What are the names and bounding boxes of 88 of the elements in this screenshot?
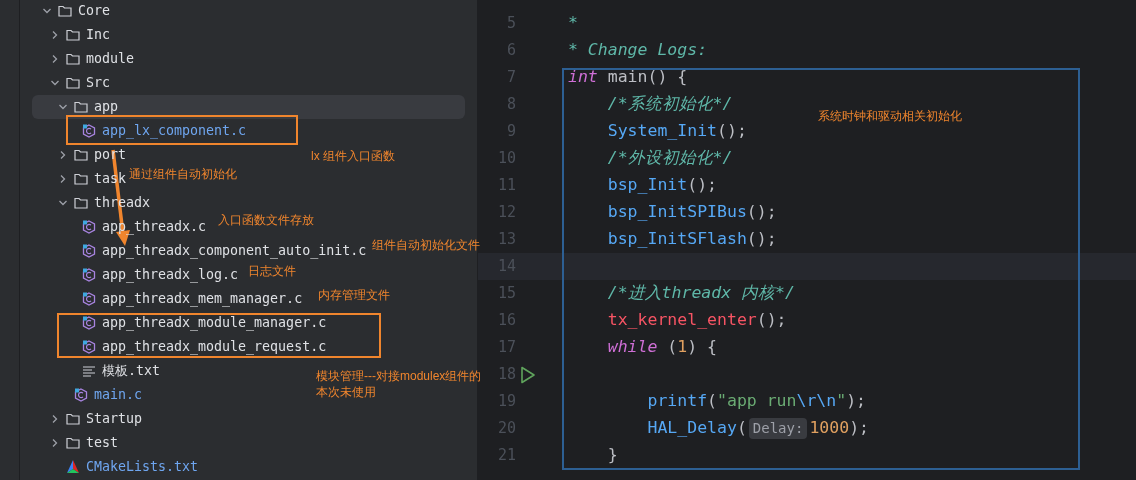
folder-icon — [58, 5, 72, 17]
text-file-icon — [82, 365, 96, 377]
code-line: HAL_Delay( Delay: 1000); — [646, 417, 870, 441]
file-row[interactable]: app_threadx_module_manager.c — [20, 311, 327, 335]
file-row[interactable]: app_lx_component.c — [20, 119, 247, 143]
tree-label: module — [86, 51, 135, 67]
annotation-note: lx 组件入口函数 — [311, 149, 395, 163]
tree-label: CMakeLists.txt — [86, 459, 199, 475]
c-file-icon — [74, 388, 88, 402]
code-line: while (1) { — [606, 336, 718, 359]
chevron-down-icon[interactable] — [42, 6, 52, 16]
annotation-note: 入口函数文件存放 — [218, 213, 314, 227]
chevron-right-icon[interactable] — [50, 54, 60, 64]
folder-icon — [74, 197, 88, 209]
tree-label: app_threadx_component_auto_init.c — [102, 243, 367, 259]
folder-icon — [66, 437, 80, 449]
code-line: int main() { — [568, 66, 688, 89]
code-line: tx_kernel_enter(); — [606, 309, 787, 332]
annotation-note: 组件自动初始化文件 — [372, 238, 480, 252]
tree-label: Src — [86, 75, 111, 91]
folder-row[interactable]: module — [20, 47, 135, 71]
parameter-hint: Delay: — [748, 418, 808, 439]
c-file-icon — [82, 220, 96, 234]
file-row[interactable]: app_threadx_log.c — [20, 263, 239, 287]
tree-label: app_threadx_log.c — [102, 267, 239, 283]
code-line: * Change Logs: — [568, 39, 708, 62]
code-line: bsp_InitSFlash(); — [606, 228, 777, 251]
code-line: System_Init(); — [606, 120, 747, 143]
code-line: bsp_Init(); — [606, 174, 718, 197]
file-row[interactable]: app_threadx_module_request.c — [20, 335, 327, 359]
c-file-icon — [82, 124, 96, 138]
folder-icon — [74, 101, 88, 113]
file-row[interactable]: app_threadx_mem_manager.c — [20, 287, 303, 311]
folder-row[interactable]: Core — [20, 0, 111, 23]
tree-label: Inc — [86, 27, 111, 43]
code-line: * — [568, 12, 578, 35]
folder-row[interactable]: Src — [20, 71, 111, 95]
tree-label: test — [86, 435, 119, 451]
folder-icon — [66, 77, 80, 89]
annotation-note: 日志文件 — [248, 264, 296, 278]
folder-row[interactable]: Startup — [20, 407, 143, 431]
folder-icon — [74, 149, 88, 161]
code-line: } — [606, 444, 618, 467]
annotation-note: 系统时钟和驱动相关初始化 — [818, 109, 962, 123]
tree-label: Core — [78, 3, 111, 19]
annotation-note: 内存管理文件 — [318, 288, 390, 302]
tree-label: main.c — [94, 387, 143, 403]
annotation-note: 通过组件自动初始化 — [129, 167, 237, 181]
folder-icon — [66, 29, 80, 41]
c-file-icon — [82, 340, 96, 354]
c-file-icon — [82, 292, 96, 306]
chevron-down-icon[interactable] — [58, 102, 68, 112]
annotation-note: 本次未使用 — [316, 385, 376, 399]
code-line: /*外设初始化*/ — [606, 147, 733, 170]
folder-row[interactable]: Inc — [20, 23, 111, 47]
folder-row[interactable]: test — [20, 431, 119, 455]
code-line: printf("app run\r\n"); — [646, 390, 867, 413]
run-icon[interactable] — [520, 365, 536, 384]
tree-label: app_threadx_module_manager.c — [102, 315, 327, 331]
c-file-icon — [82, 268, 96, 282]
folder-row[interactable]: app — [32, 95, 465, 119]
c-file-icon — [82, 316, 96, 330]
code-line: /*系统初始化*/ — [606, 93, 733, 116]
folder-icon — [74, 173, 88, 185]
folder-icon — [66, 413, 80, 425]
annotation-note: 模块管理---对接modulex组件的 — [316, 369, 482, 383]
tree-label: app — [94, 99, 119, 115]
file-row[interactable]: main.c — [20, 383, 143, 407]
chevron-right-icon[interactable] — [58, 150, 68, 160]
chevron-right-icon[interactable] — [50, 438, 60, 448]
file-row[interactable]: 模板.txt — [20, 359, 161, 383]
triangle-logo-icon — [66, 460, 80, 474]
tree-label: 模板.txt — [102, 363, 161, 379]
tree-label: app_threadx_mem_manager.c — [102, 291, 303, 307]
c-file-icon — [82, 244, 96, 258]
chevron-down-icon[interactable] — [50, 78, 60, 88]
folder-icon — [66, 53, 80, 65]
tree-label: Startup — [86, 411, 143, 427]
chevron-right-icon[interactable] — [58, 174, 68, 184]
chevron-right-icon[interactable] — [50, 414, 60, 424]
code-line: /*进入threadx 内核*/ — [606, 282, 795, 305]
tree-label: app_lx_component.c — [102, 123, 247, 139]
chevron-right-icon[interactable] — [50, 30, 60, 40]
code-line: bsp_InitSPIBus(); — [606, 201, 777, 224]
file-row[interactable]: CMakeLists.txt — [20, 455, 199, 479]
chevron-down-icon[interactable] — [58, 198, 68, 208]
tree-label: app_threadx_module_request.c — [102, 339, 327, 355]
file-row[interactable]: app_threadx_component_auto_init.c — [20, 239, 367, 263]
